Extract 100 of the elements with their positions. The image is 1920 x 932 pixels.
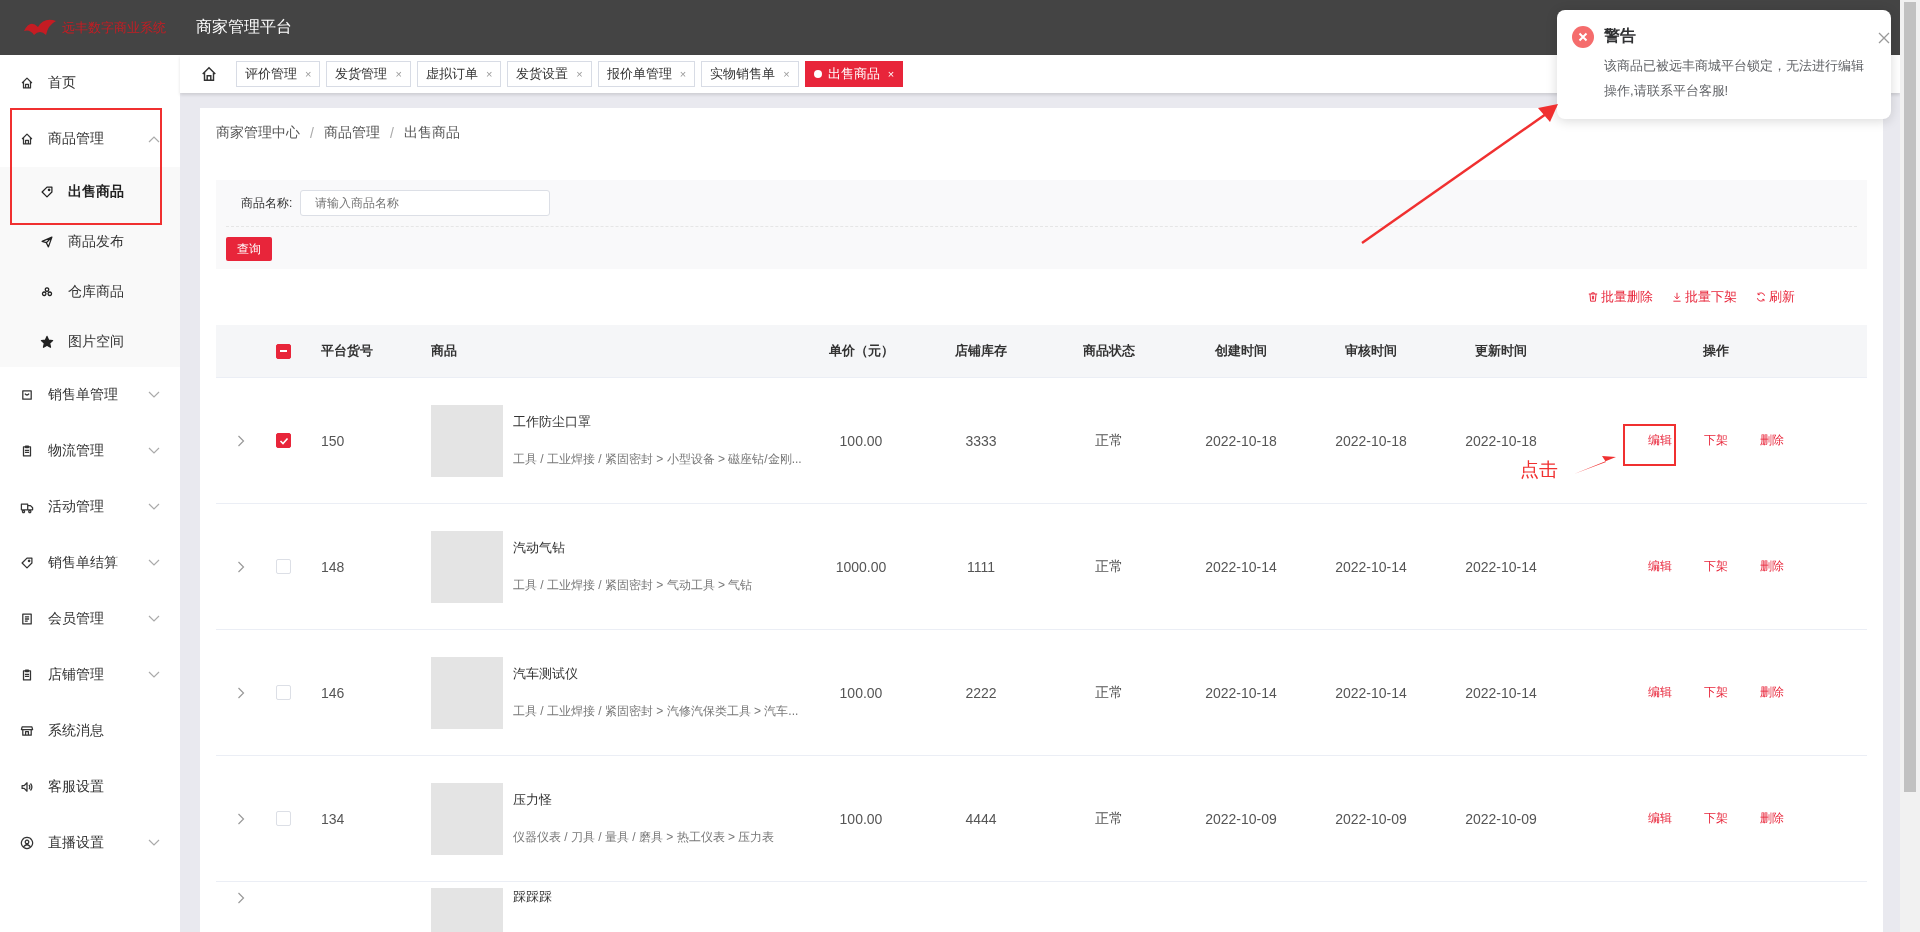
sidebar-item[interactable]: 销售单管理	[0, 367, 180, 423]
price-cell-text: 100.00	[838, 684, 884, 701]
sku-cell-text: 150	[320, 432, 346, 449]
submenu-item[interactable]: 图片空间	[0, 317, 180, 367]
tab[interactable]: 实物销售单 ×	[701, 61, 799, 87]
speaker-icon	[20, 780, 34, 794]
tab[interactable]: 评价管理 ×	[236, 61, 321, 87]
date-cell-text: 2022-10-18	[1334, 432, 1408, 449]
close-icon[interactable]	[1878, 32, 1890, 44]
sidebar-item[interactable]: 首页	[0, 55, 180, 111]
action-link[interactable]: 下架	[1704, 558, 1728, 575]
scrollbar-thumb[interactable]	[1904, 2, 1916, 792]
clipboard-icon	[20, 444, 34, 458]
refresh-link[interactable]: 刷新	[1755, 288, 1795, 306]
breadcrumb-link[interactable]: 商家管理中心	[216, 124, 300, 142]
action-link[interactable]: 下架	[1704, 810, 1728, 827]
chevron-down-icon	[148, 559, 160, 567]
sidebar-item[interactable]: 活动管理	[0, 479, 180, 535]
sidebar-item[interactable]: 物流管理	[0, 423, 180, 479]
chevron-down-icon	[148, 615, 160, 623]
sidebar-item[interactable]: 商品管理	[0, 111, 180, 167]
action-link[interactable]: 删除	[1760, 810, 1784, 827]
action-link[interactable]: 编辑	[1648, 684, 1672, 701]
action-link[interactable]: 下架	[1704, 432, 1728, 449]
cluster-icon	[40, 285, 54, 299]
tag-icon	[20, 556, 34, 570]
submenu-item[interactable]: 仓库商品	[0, 267, 180, 317]
sku-cell-text: 146	[320, 684, 346, 701]
notification-message: 该商品已被远丰商城平台锁定，无法进行编辑操作,请联系平台客服!	[1604, 57, 1865, 100]
tab[interactable]: 发货管理 ×	[326, 61, 411, 87]
action-link[interactable]: 下架	[1704, 684, 1728, 701]
product-name: 汽车测试仪	[513, 665, 579, 683]
breadcrumb-separator: /	[310, 125, 314, 141]
download-icon	[1671, 291, 1683, 303]
tab[interactable]: 虚拟订单 ×	[416, 61, 502, 87]
action-link[interactable]: 删除	[1760, 432, 1784, 449]
sidebar-item[interactable]: 直播设置	[0, 815, 180, 871]
tab[interactable]: 报价单管理 ×	[597, 61, 696, 87]
star-icon	[40, 335, 54, 349]
clipboard-icon	[20, 668, 34, 682]
sidebar-item[interactable]: 店铺管理	[0, 647, 180, 703]
stock-cell-text: 2222	[964, 684, 998, 701]
error-icon	[1572, 26, 1594, 48]
date-cell-text: 2022-10-14	[1464, 684, 1538, 701]
column-header: 单价（元）	[827, 342, 895, 360]
unlist-link[interactable]: 批量下架	[1671, 288, 1737, 306]
expand-chevron-icon[interactable]	[237, 812, 245, 825]
date-cell-text: 2022-10-14	[1204, 558, 1278, 575]
price-cell-text: 100.00	[838, 810, 884, 827]
row-checkbox[interactable]	[276, 433, 291, 448]
tab[interactable]: 出售商品 ×	[804, 61, 904, 87]
expand-chevron-icon[interactable]	[237, 560, 245, 573]
home-icon[interactable]	[200, 65, 218, 83]
action-link[interactable]: 删除	[1760, 558, 1784, 575]
product-name: 压力怪	[513, 791, 553, 809]
product-name-field[interactable]: 请输入商品名称	[300, 190, 551, 216]
product-name: 踩踩踩	[513, 888, 552, 906]
status-cell-text: 正常	[1093, 431, 1124, 450]
expand-chevron-icon[interactable]	[237, 686, 245, 699]
delete-link[interactable]: 批量删除	[1587, 288, 1653, 306]
tab[interactable]: 发货设置 ×	[507, 61, 592, 87]
annotation-label: 点击	[1520, 458, 1558, 482]
sidebar-item[interactable]: 销售单结算	[0, 535, 180, 591]
chevron-down-icon	[148, 447, 160, 455]
chevron-down-icon	[148, 671, 160, 679]
price-cell-text: 1000.00	[834, 558, 888, 575]
sidebar-item[interactable]: 客服设置	[0, 759, 180, 815]
date-cell-text: 2022-10-14	[1334, 558, 1408, 575]
action-link[interactable]: 删除	[1760, 684, 1784, 701]
home-icon	[20, 76, 34, 90]
trash-icon	[1587, 291, 1599, 303]
product-category: 工具 / 工业焊接 / 紧固密封 > 气动工具 > 气钻	[513, 577, 753, 594]
sku-cell-text: 148	[320, 558, 346, 575]
action-link[interactable]: 编辑	[1648, 558, 1672, 575]
tag-icon	[40, 185, 54, 199]
expand-chevron-icon[interactable]	[237, 434, 245, 447]
product-category: 工具 / 工业焊接 / 紧固密封 > 汽修汽保类工具 > 汽车...	[513, 703, 799, 720]
date-cell-text: 2022-10-18	[1464, 432, 1538, 449]
submenu-item[interactable]: 出售商品	[0, 167, 180, 217]
date-cell-text: 2022-10-18	[1204, 432, 1278, 449]
submenu-item[interactable]: 商品发布	[0, 217, 180, 267]
highlight-box	[1623, 424, 1676, 466]
product-name: 汽动气钻	[513, 539, 566, 557]
column-header: 审核时间	[1344, 342, 1398, 360]
date-cell-text: 2022-10-09	[1334, 810, 1408, 827]
sidebar-item[interactable]: 会员管理	[0, 591, 180, 647]
action-link[interactable]: 编辑	[1648, 432, 1672, 449]
expand-chevron-icon[interactable]	[237, 892, 245, 904]
chevron-down-icon	[148, 391, 160, 399]
breadcrumb-link[interactable]: 商品管理	[323, 124, 380, 142]
query-button[interactable]: 查询	[226, 237, 272, 261]
select-all-checkbox[interactable]	[276, 343, 291, 359]
brand-name: 远丰数字商业系统	[62, 18, 166, 37]
action-link[interactable]: 编辑	[1648, 810, 1672, 827]
column-header: 操作	[1702, 342, 1730, 360]
date-cell-text: 2022-10-09	[1204, 810, 1278, 827]
sku-cell-text: 134	[320, 810, 346, 827]
sidebar-item[interactable]: 系统消息	[0, 703, 180, 759]
stock-cell-text: 1111	[966, 558, 996, 575]
chevron-down-icon	[148, 503, 160, 511]
